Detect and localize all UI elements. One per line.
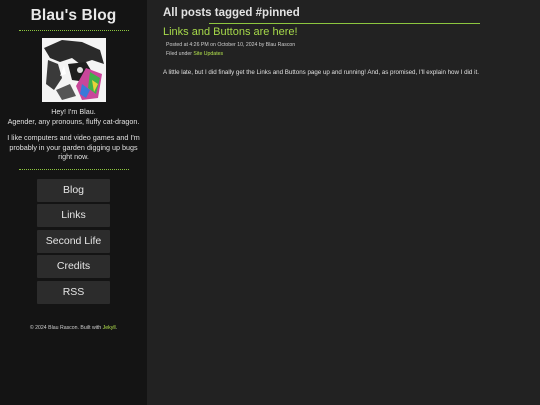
nav-blog-button[interactable]: Blog bbox=[37, 178, 110, 202]
bio-greeting: Hey! I'm Blau. bbox=[51, 107, 96, 116]
page-title: All posts tagged #pinned bbox=[163, 7, 300, 19]
post: Links and Buttons are here! Posted at 4:… bbox=[163, 26, 523, 78]
post-filed-label: Filed under bbox=[166, 50, 192, 57]
sidebar-divider bbox=[18, 30, 129, 31]
site-title[interactable]: Blau's Blog bbox=[0, 7, 147, 25]
bio-identity: Agender, any pronouns, fluffy cat-dragon… bbox=[7, 116, 140, 126]
nav-links-button[interactable]: Links bbox=[37, 204, 110, 227]
main-content: All posts tagged #pinned Links and Butto… bbox=[163, 0, 523, 78]
post-excerpt: A little late, but I did finally get the… bbox=[163, 69, 479, 76]
sidebar-divider-2 bbox=[18, 168, 129, 170]
title-underline bbox=[209, 23, 480, 24]
post-date-author: Posted at 4:26 PM on October 10, 2024 by… bbox=[166, 42, 296, 48]
post-meta: Posted at 4:26 PM on October 10, 2024 by… bbox=[163, 41, 523, 58]
post-title-link[interactable]: Links and Buttons are here! bbox=[163, 26, 523, 38]
avatar bbox=[41, 38, 106, 102]
bio: Hey! I'm Blau. Agender, any pronouns, fl… bbox=[0, 107, 147, 162]
nav-credits-button[interactable]: Credits bbox=[37, 255, 110, 278]
bio-interests: I like computers and video games and I'm… bbox=[7, 133, 140, 161]
post-category-link[interactable]: Site Updates bbox=[193, 51, 223, 57]
nav-rss-button[interactable]: RSS bbox=[37, 280, 110, 304]
footer: © 2024 Blau Rascon. Built with Jekyll. bbox=[0, 325, 147, 331]
footer-copyright: © 2024 Blau Rascon. Built with bbox=[29, 324, 102, 331]
sidebar: Blau's Blog Hey! I'm Blau. Agender, any … bbox=[0, 0, 147, 405]
sidebar-nav: Blog Links Second Life Credits RSS bbox=[0, 178, 147, 304]
footer-period: . bbox=[115, 324, 118, 331]
footer-jekyll-link[interactable]: Jekyll bbox=[103, 325, 116, 331]
nav-second-life-button[interactable]: Second Life bbox=[37, 229, 110, 253]
